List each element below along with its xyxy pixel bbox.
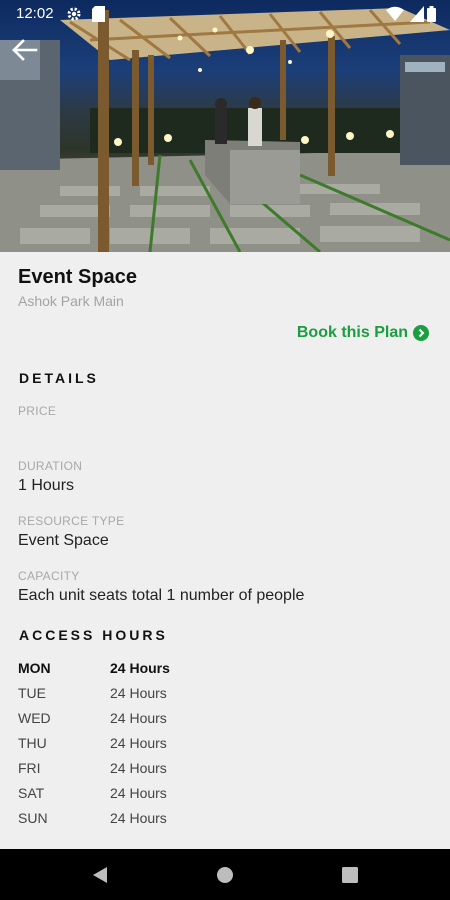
nav-recents-button[interactable]	[337, 862, 363, 888]
circle-home-icon	[217, 867, 233, 883]
status-time: 12:02	[16, 5, 54, 22]
day-label: FRI	[18, 760, 41, 776]
hours-value: 24 Hours	[110, 660, 170, 676]
details-heading: DETAILS	[19, 370, 99, 386]
hours-value: 24 Hours	[110, 810, 167, 826]
duration-label: DURATION	[18, 459, 83, 473]
hours-value: 24 Hours	[110, 710, 167, 726]
status-bar: 12:02	[0, 0, 450, 28]
hero-image: 12:02	[0, 0, 450, 252]
resource-type-label: RESOURCE TYPE	[18, 514, 125, 528]
day-label: SUN	[18, 810, 48, 826]
arrow-left-icon	[12, 39, 38, 61]
book-plan-button[interactable]: Book this Plan	[297, 324, 429, 342]
triangle-back-icon	[93, 867, 107, 883]
chevron-right-circle-icon	[413, 325, 429, 341]
resource-type-value: Event Space	[18, 532, 109, 549]
access-hours-row: WED 24 Hours	[18, 710, 318, 730]
day-label: MON	[18, 660, 51, 676]
duration-value: 1 Hours	[18, 477, 75, 494]
access-hours-row: FRI 24 Hours	[18, 760, 318, 780]
day-label: WED	[18, 710, 51, 726]
hours-value: 24 Hours	[110, 685, 167, 701]
system-nav-bar	[0, 849, 450, 900]
location-subtitle: Ashok Park Main	[18, 293, 124, 309]
day-label: SAT	[18, 785, 45, 801]
access-hours-row: SUN 24 Hours	[18, 810, 318, 830]
hours-value: 24 Hours	[110, 735, 167, 751]
hours-value: 24 Hours	[110, 785, 167, 801]
page-title: Event Space	[18, 266, 137, 288]
book-plan-label: Book this Plan	[296, 324, 408, 341]
event-space-photo	[0, 8, 450, 252]
back-button[interactable]	[10, 38, 50, 78]
access-hours-row: THU 24 Hours	[18, 735, 318, 755]
access-hours-heading: ACCESS HOURS	[19, 627, 168, 643]
capacity-label: CAPACITY	[18, 569, 80, 583]
capacity-value: Each unit seats total 1 number of people	[18, 587, 305, 604]
day-label: TUE	[18, 685, 46, 701]
access-hours-row: MON 24 Hours	[18, 660, 318, 680]
access-hours-row: TUE 24 Hours	[18, 685, 318, 705]
day-label: THU	[18, 735, 47, 751]
square-recents-icon	[342, 867, 358, 883]
access-hours-row: SAT 24 Hours	[18, 785, 318, 805]
nav-home-button[interactable]	[212, 862, 238, 888]
price-label: PRICE	[18, 404, 57, 418]
hours-value: 24 Hours	[110, 760, 167, 776]
nav-back-button[interactable]	[87, 862, 113, 888]
